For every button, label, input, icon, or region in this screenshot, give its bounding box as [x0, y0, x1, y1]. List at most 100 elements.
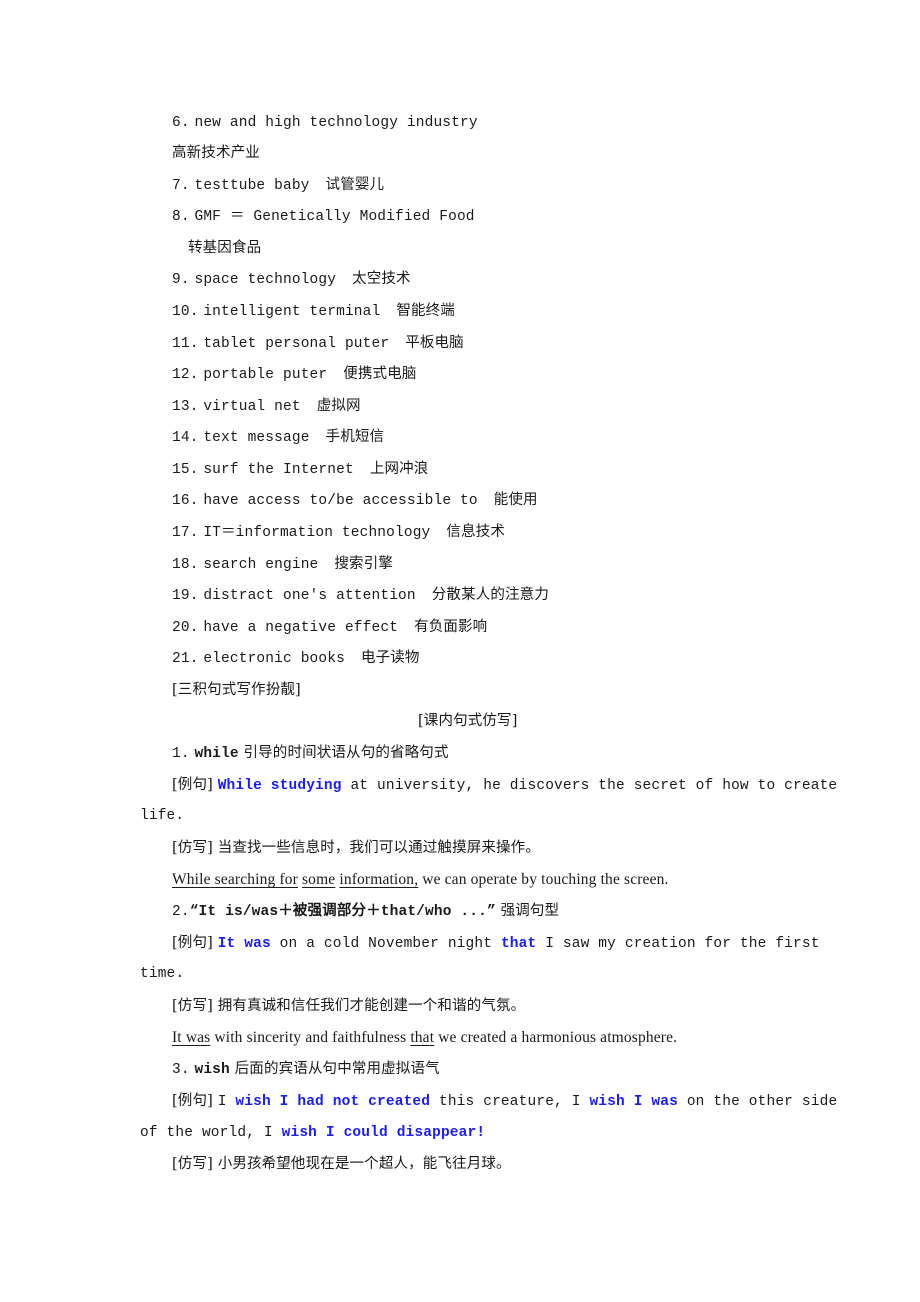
- vocab-chinese: 高新技术产业: [172, 145, 260, 161]
- vocab-item-7: 7. testtube baby 试管婴儿: [172, 175, 384, 196]
- answer-underlined: some: [302, 871, 336, 888]
- vocab-item-8: 8. GMF ＝ Genetically Modified Food: [172, 206, 475, 227]
- vocab-chinese: 平板电脑: [405, 335, 464, 351]
- example-text: on a cold November night: [270, 936, 501, 952]
- pattern-3-example-line-1: [例句] I wish I had not created this creat…: [172, 1091, 837, 1112]
- vocab-item-20: 20. have a negative effect 有负面影响: [172, 617, 487, 638]
- vocab-number: 20.: [172, 620, 199, 636]
- section-heading: [三积句式写作扮靓]: [172, 682, 301, 698]
- answer-text: we can operate by touching the screen.: [418, 871, 669, 888]
- pattern-number: 2.: [172, 904, 190, 920]
- imitate-prompt: 当查找一些信息时，我们可以通过触摸屏来操作。: [217, 840, 540, 856]
- vocab-chinese: 手机短信: [325, 429, 385, 445]
- vocab-chinese: 试管婴儿: [325, 177, 385, 193]
- vocab-item-19: 19. distract one's attention 分散某人的注意力: [172, 585, 549, 606]
- pattern-1-example-line-1: [例句] While studying at university, he di…: [172, 775, 837, 796]
- imitate-label: [仿写]: [172, 998, 213, 1014]
- vocab-number: 6.: [172, 115, 190, 131]
- highlight-text: that: [500, 936, 537, 952]
- vocab-number: 7.: [172, 178, 190, 194]
- vocab-english: testtube baby: [194, 178, 310, 194]
- imitate-label: [仿写]: [172, 840, 213, 856]
- vocab-english: search engine: [203, 557, 319, 573]
- vocab-item-16: 16. have access to/be accessible to 能使用: [172, 490, 538, 511]
- vocab-chinese: 上网冲浪: [369, 461, 429, 477]
- vocab-item-11: 11. tablet personal puter 平板电脑: [172, 333, 464, 354]
- pattern-1-title: 1. while 引导的时间状语从句的省略句式: [172, 743, 449, 764]
- vocab-number: 14.: [172, 430, 199, 446]
- vocab-english: have access to/be accessible to: [203, 493, 478, 509]
- example-text: this creature, I: [430, 1094, 590, 1110]
- vocab-english: electronic books: [203, 651, 345, 667]
- vocab-chinese: 分散某人的注意力: [431, 587, 549, 603]
- vocab-number: 13.: [172, 399, 199, 415]
- pattern-2-title: 2.“It is/was＋被强调部分＋that/who ...” 强调句型: [172, 901, 559, 922]
- pattern-2-example-line-1: [例句] It was on a cold November night tha…: [172, 933, 820, 954]
- pattern-keyword: “It is/was＋被强调部分＋that/who ...”: [189, 904, 496, 920]
- vocab-number: 10.: [172, 304, 199, 320]
- vocab-english: GMF ＝ Genetically Modified Food: [194, 209, 475, 225]
- answer-underlined: It: [172, 1029, 182, 1046]
- pattern-3-title: 3. wish 后面的宾语从句中常用虚拟语气: [172, 1059, 440, 1080]
- answer-underlined: information,: [339, 871, 419, 888]
- vocab-chinese-8: 转基因食品: [188, 238, 261, 258]
- imitate-prompt: 小男孩希望他现在是一个超人，能飞往月球。: [217, 1156, 511, 1172]
- highlight-text: wish I was: [589, 1094, 678, 1110]
- example-label: [例句]: [172, 935, 213, 951]
- vocab-chinese: 智能终端: [396, 303, 455, 319]
- vocab-item-14: 14. text message 手机短信: [172, 427, 384, 448]
- vocab-english: distract one's attention: [203, 588, 416, 604]
- vocab-number: 9.: [172, 272, 190, 288]
- vocab-item-17: 17. IT＝information technology 信息技术: [172, 522, 505, 543]
- answer-underlined: was: [185, 1029, 211, 1046]
- vocab-number: 21.: [172, 651, 199, 667]
- vocab-english: intelligent terminal: [203, 304, 381, 320]
- vocab-english: tablet personal puter: [203, 336, 390, 352]
- vocab-chinese: 虚拟网: [316, 398, 361, 414]
- pattern-number: 3.: [172, 1062, 190, 1078]
- vocab-item-21: 21. electronic books 电子读物: [172, 648, 420, 669]
- pattern-number: 1.: [172, 746, 190, 762]
- vocab-chinese: 电子读物: [360, 650, 420, 666]
- vocab-english: virtual net: [203, 399, 301, 415]
- pattern-keyword: wish: [194, 1062, 230, 1078]
- vocab-english: portable puter: [203, 367, 328, 383]
- vocab-chinese: 有负面影响: [414, 619, 488, 635]
- vocab-item-6: 6. new and high technology industry: [172, 112, 478, 133]
- example-label: [例句]: [172, 777, 213, 793]
- vocab-item-15: 15. surf the Internet 上网冲浪: [172, 459, 428, 480]
- highlight-text: While studying: [217, 778, 342, 794]
- vocab-item-13: 13. virtual net 虚拟网: [172, 396, 361, 417]
- vocab-item-18: 18. search engine 搜索引擎: [172, 554, 393, 575]
- vocab-item-10: 10. intelligent terminal 智能终端: [172, 301, 455, 322]
- example-text: I: [217, 1094, 236, 1110]
- pattern-description: 后面的宾语从句中常用虚拟语气: [234, 1061, 440, 1077]
- pattern-2-answer: It was with sincerity and faithfulness t…: [172, 1028, 677, 1048]
- answer-underlined: While: [172, 871, 211, 888]
- answer-underlined: for: [279, 871, 298, 888]
- example-text: on the other side: [677, 1094, 838, 1110]
- pattern-description: 引导的时间状语从句的省略句式: [243, 745, 449, 761]
- highlight-text: wish I had not created: [235, 1094, 431, 1110]
- vocab-chinese: 转基因食品: [188, 240, 262, 256]
- vocab-chinese: 便携式电脑: [343, 366, 417, 382]
- highlight-text: wish I could disappear!: [281, 1125, 486, 1141]
- vocab-english: surf the Internet: [203, 462, 354, 478]
- example-text: at university, he discovers the secret o…: [341, 778, 838, 794]
- imitate-prompt: 拥有真诚和信任我们才能创建一个和谐的气氛。: [217, 998, 526, 1014]
- pattern-3-example-line-2: of the world, I wish I could disappear!: [140, 1122, 485, 1143]
- answer-text: we created a harmonious atmosphere.: [434, 1029, 678, 1046]
- answer-underlined: searching: [214, 871, 276, 888]
- subsection-heading: [课内句式仿写]: [418, 713, 518, 729]
- vocab-chinese-6: 高新技术产业: [172, 143, 260, 163]
- document-page: 6. new and high technology industry 高新技术…: [0, 0, 920, 1302]
- answer-text: with sincerity and faithfulness: [210, 1029, 411, 1046]
- pattern-1-example-line-2: life.: [140, 808, 185, 824]
- pattern-2-example-line-2: time.: [140, 966, 185, 982]
- vocab-number: 12.: [172, 367, 199, 383]
- example-label: [例句]: [172, 1093, 213, 1109]
- vocab-item-9: 9. space technology 太空技术: [172, 269, 411, 290]
- vocab-item-12: 12. portable puter 便携式电脑: [172, 364, 417, 385]
- pattern-2-imitate: [仿写] 拥有真诚和信任我们才能创建一个和谐的气氛。: [172, 996, 525, 1016]
- pattern-1-answer: While searching for some information, we…: [172, 870, 669, 890]
